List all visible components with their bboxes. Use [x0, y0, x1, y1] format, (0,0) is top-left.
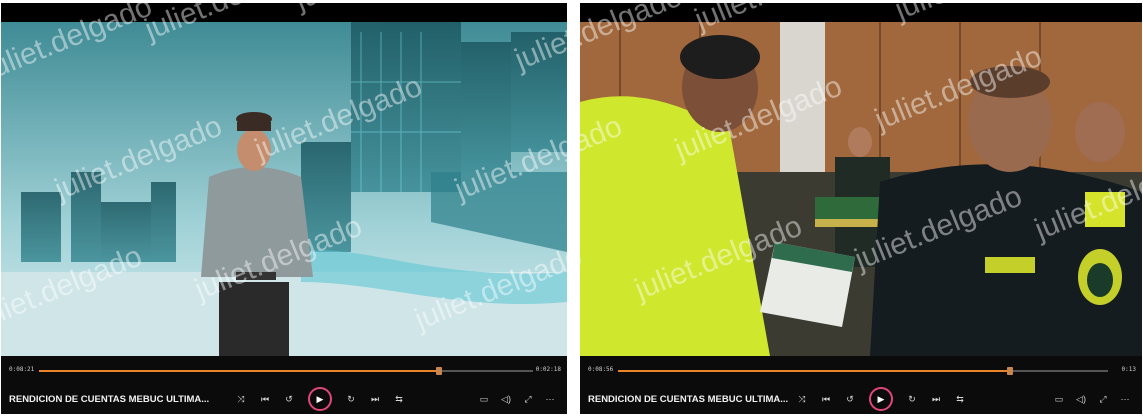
seek-bar[interactable]: [618, 367, 1108, 375]
seek-bar-fill: [618, 370, 1010, 372]
caption-icon[interactable]: ▭: [1052, 388, 1066, 410]
current-time: 0:08:56: [588, 366, 614, 373]
media-title: RENDICION DE CUENTAS MEBUC ULTIMA...: [588, 394, 789, 405]
caption-icon[interactable]: ▭: [477, 388, 491, 410]
video-image-city-presenter: [1, 22, 567, 356]
playback-buttons: ⤨ ⏮ ↺ ▶ ↻ ⏭ ⇆: [229, 387, 411, 411]
repeat-icon[interactable]: ⇆: [953, 388, 967, 410]
volume-icon[interactable]: ◁): [1074, 388, 1088, 410]
previous-icon[interactable]: ⏮: [819, 388, 833, 410]
media-title: RENDICION DE CUENTAS MEBUC ULTIMA...: [9, 394, 210, 405]
seek-bar-fill: [39, 370, 440, 372]
total-time: 0:13: [1121, 366, 1136, 373]
shuffle-icon[interactable]: ⤨: [234, 388, 248, 410]
player-controls: 0:08:21 0:02:18 RENDICION DE CUENTAS MEB…: [1, 356, 567, 414]
video-player-left[interactable]: 0:08:21 0:02:18 RENDICION DE CUENTAS MEB…: [1, 3, 567, 414]
previous-icon[interactable]: ⏮: [258, 388, 272, 410]
extra-buttons: ▭ ◁) ⤢ ⋯: [473, 388, 561, 410]
player-controls: 0:08:56 0:13 RENDICION DE CUENTAS MEBUC …: [580, 356, 1142, 414]
more-icon[interactable]: ⋯: [1118, 388, 1132, 410]
extra-buttons: ▭ ◁) ⤢ ⋯: [1048, 388, 1136, 410]
play-button[interactable]: ▶: [308, 387, 332, 411]
seek-bar[interactable]: [39, 367, 533, 375]
video-frame-ceremony[interactable]: [580, 22, 1142, 356]
video-image-police-ceremony: [580, 22, 1142, 356]
video-frame-virtual-presenter[interactable]: [1, 22, 567, 356]
seek-thumb[interactable]: [436, 367, 443, 375]
next-icon[interactable]: ⏭: [368, 388, 382, 410]
shuffle-icon[interactable]: ⤨: [795, 388, 809, 410]
playback-buttons: ⤨ ⏮ ↺ ▶ ↻ ⏭ ⇆: [790, 387, 972, 411]
video-player-right[interactable]: 0:08:56 0:13 RENDICION DE CUENTAS MEBUC …: [580, 3, 1142, 414]
skip-back-icon[interactable]: ↺: [282, 388, 296, 410]
current-time: 0:08:21: [9, 366, 35, 373]
play-button[interactable]: ▶: [869, 387, 893, 411]
skip-forward-icon[interactable]: ↻: [905, 388, 919, 410]
fullscreen-icon[interactable]: ⤢: [1096, 388, 1110, 410]
next-icon[interactable]: ⏭: [929, 388, 943, 410]
fullscreen-icon[interactable]: ⤢: [521, 388, 535, 410]
seek-thumb[interactable]: [1007, 367, 1013, 375]
skip-back-icon[interactable]: ↺: [843, 388, 857, 410]
volume-icon[interactable]: ◁): [499, 388, 513, 410]
total-time: 0:02:18: [535, 366, 561, 373]
skip-forward-icon[interactable]: ↻: [344, 388, 358, 410]
repeat-icon[interactable]: ⇆: [392, 388, 406, 410]
more-icon[interactable]: ⋯: [543, 388, 557, 410]
